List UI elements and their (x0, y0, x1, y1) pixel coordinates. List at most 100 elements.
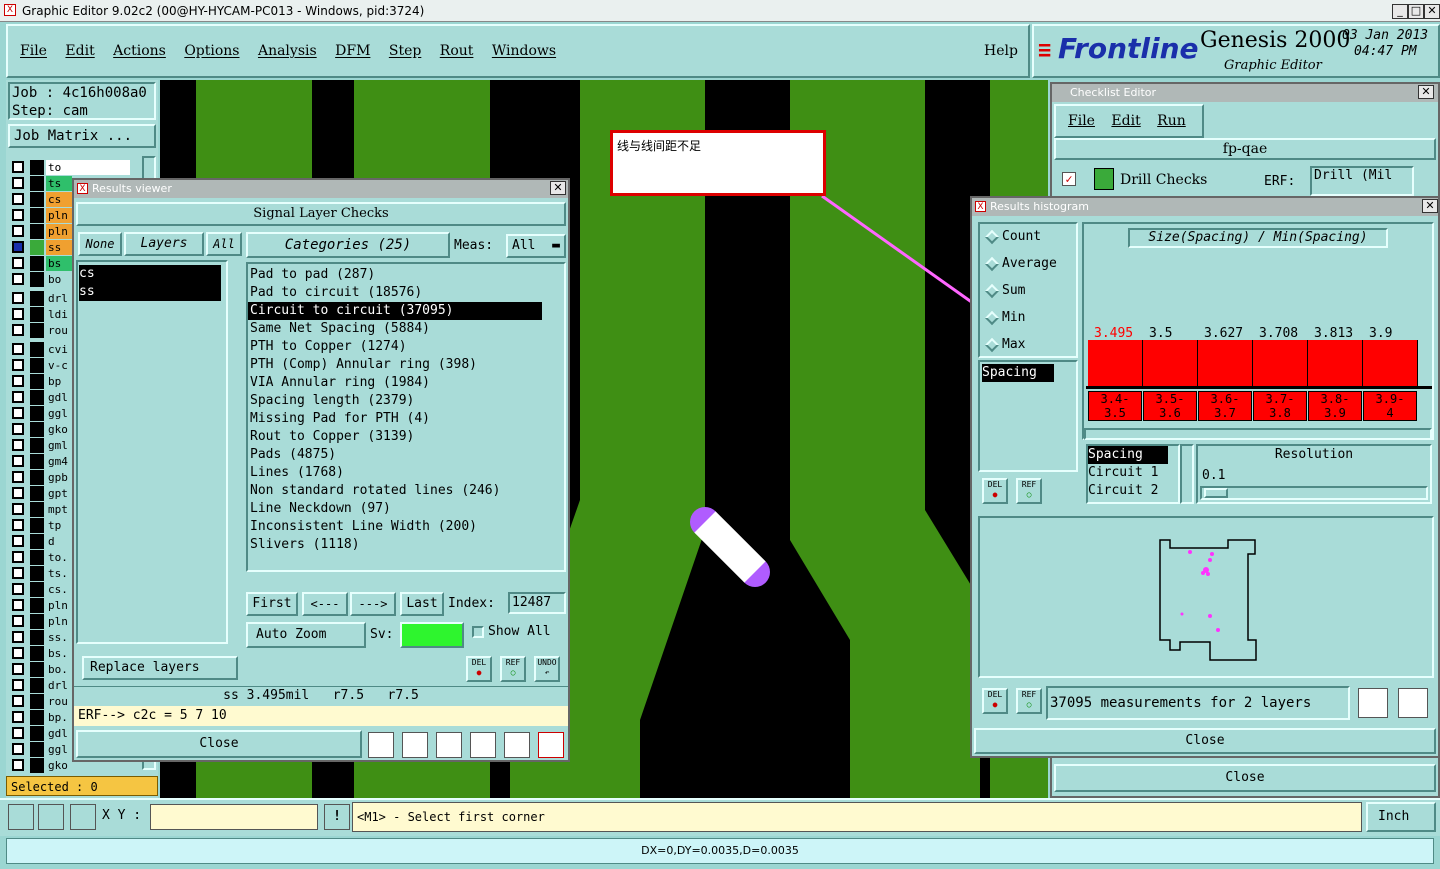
menu-step[interactable]: Step (389, 43, 421, 59)
layer-checkbox[interactable] (12, 193, 24, 205)
layer-name[interactable]: gpb (46, 470, 72, 485)
layer-name[interactable]: ggl (46, 742, 72, 757)
layer-name[interactable]: pln (46, 598, 72, 613)
histogram-field-list[interactable]: Spacing Circuit 1 Circuit 2 (1086, 444, 1180, 504)
layer-name[interactable]: bs (46, 256, 72, 271)
layer-checkbox[interactable] (12, 743, 24, 755)
zoom-fit-icon[interactable] (1398, 688, 1428, 718)
layer-checkbox[interactable] (12, 359, 24, 371)
checklist-menu-run[interactable]: Run (1157, 113, 1186, 129)
layer-checkbox[interactable] (12, 631, 24, 643)
layer-checkbox[interactable] (12, 375, 24, 387)
layer-name[interactable]: tp (46, 518, 72, 533)
export-tool-icon[interactable] (402, 732, 428, 758)
layer-checkbox[interactable] (12, 727, 24, 739)
layer-checkbox[interactable] (12, 177, 24, 189)
field-list-scrollbar[interactable] (1180, 444, 1194, 504)
layer-results-list[interactable]: cs ss (76, 260, 228, 644)
select-tool-icon[interactable] (8, 804, 34, 830)
histogram-bar[interactable] (1143, 340, 1198, 386)
zoom-area-icon[interactable] (1358, 688, 1388, 718)
checklist-menu-edit[interactable]: Edit (1111, 113, 1140, 129)
layer-name[interactable]: ss (46, 240, 72, 255)
all-layers-button[interactable]: All (206, 232, 242, 256)
layer-checkbox[interactable] (12, 308, 24, 320)
category-item[interactable]: Missing Pad for PTH (4) (248, 410, 542, 428)
attribute-spacing[interactable]: Spacing (982, 364, 1054, 382)
histogram-del-button[interactable]: DEL ● (982, 478, 1008, 504)
layer-checkbox[interactable] (12, 599, 24, 611)
menu-analysis[interactable]: Analysis (258, 43, 317, 59)
resolution-slider-thumb[interactable] (1204, 488, 1228, 498)
layer-checkbox[interactable] (12, 209, 24, 221)
layer-checkbox[interactable] (12, 647, 24, 659)
undo-button[interactable]: UNDO ↶ (534, 656, 560, 682)
layer-checkbox[interactable] (12, 567, 24, 579)
menu-edit[interactable]: Edit (65, 43, 94, 59)
layer-checkbox[interactable] (12, 225, 24, 237)
minimize-button[interactable]: _ (1392, 4, 1408, 19)
units-dropdown[interactable]: Inch (1366, 802, 1436, 832)
category-item[interactable]: PTH (Comp) Annular ring (398) (248, 356, 542, 374)
layer-checkbox[interactable] (12, 583, 24, 595)
histogram-close-x[interactable]: ✕ (1422, 199, 1438, 213)
categories-list[interactable]: Pad to pad (287) Pad to circuit (18576) Ci… (246, 262, 566, 572)
histogram-close-button[interactable]: Close (974, 728, 1436, 754)
layer-checkbox[interactable] (12, 679, 24, 691)
histogram-bar[interactable] (1253, 340, 1308, 386)
layer-name[interactable]: gm4 (46, 454, 72, 469)
annotation-note[interactable]: 线与线间距不足 (610, 130, 826, 196)
last-button[interactable]: Last (400, 592, 444, 616)
layer-item-cs[interactable]: cs (79, 265, 221, 283)
layer-checkbox[interactable] (12, 257, 24, 269)
replace-layers-dropdown[interactable]: Replace layers (82, 656, 238, 680)
layer-name[interactable]: rou (46, 323, 72, 338)
option-sum[interactable]: Sum (984, 282, 1075, 302)
layer-checkbox[interactable] (12, 551, 24, 563)
layer-checkbox[interactable] (12, 503, 24, 515)
measure-tool-icon[interactable] (38, 804, 64, 830)
layer-name[interactable]: ldi (46, 307, 72, 322)
histogram-bar[interactable] (1308, 340, 1363, 386)
layer-checkbox[interactable] (12, 324, 24, 336)
layers-button[interactable]: Layers (124, 232, 204, 256)
layer-name[interactable]: to. (46, 550, 72, 565)
layer-checkbox[interactable] (12, 455, 24, 467)
layer-name[interactable]: gpt (46, 486, 72, 501)
layer-checkbox[interactable] (12, 439, 24, 451)
layer-item-ss[interactable]: ss (79, 283, 221, 301)
layer-checkbox[interactable] (12, 663, 24, 675)
option-min[interactable]: Min (984, 309, 1075, 329)
drill-checks-checkbox[interactable]: ✓ (1062, 172, 1076, 186)
job-matrix-button[interactable]: Job Matrix ... (8, 124, 156, 148)
layer-name[interactable]: d (46, 534, 72, 549)
layer-name[interactable]: gdl (46, 726, 72, 741)
option-max[interactable]: Max (984, 336, 1075, 356)
show-all-checkbox[interactable] (472, 626, 484, 638)
histogram-tool-icon[interactable] (538, 732, 564, 758)
layer-checkbox[interactable] (12, 471, 24, 483)
layer-name[interactable]: pln (46, 614, 72, 629)
layer-name[interactable]: ts (46, 176, 72, 191)
layer-name[interactable]: pln (46, 224, 72, 239)
checklist-close-button[interactable]: Close (1054, 764, 1436, 792)
menu-file[interactable]: File (20, 43, 47, 59)
info-icon[interactable]: ! (324, 804, 350, 830)
field-circuit-1[interactable]: Circuit 1 (1088, 464, 1178, 482)
layer-checkbox[interactable] (12, 711, 24, 723)
option-average[interactable]: Average (984, 255, 1075, 275)
layer-name[interactable]: gko d (46, 758, 72, 773)
overview-ref-button[interactable]: REF ○ (1016, 688, 1042, 714)
menu-dfm[interactable]: DFM (335, 43, 370, 59)
results-viewer-close-x[interactable]: ✕ (550, 181, 566, 195)
severity-dropdown[interactable] (400, 622, 464, 648)
grid-tool-icon[interactable] (70, 804, 96, 830)
option-count[interactable]: Count (984, 228, 1075, 248)
category-item[interactable]: VIA Annular ring (1984) (248, 374, 542, 392)
layer-checkbox[interactable] (12, 273, 24, 285)
next-button[interactable]: ---> (350, 592, 396, 616)
layer-checkbox[interactable] (12, 487, 24, 499)
category-item[interactable]: Pads (4875) (248, 446, 542, 464)
layer-name[interactable]: gko (46, 422, 72, 437)
category-item[interactable]: Pad to circuit (18576) (248, 284, 542, 302)
